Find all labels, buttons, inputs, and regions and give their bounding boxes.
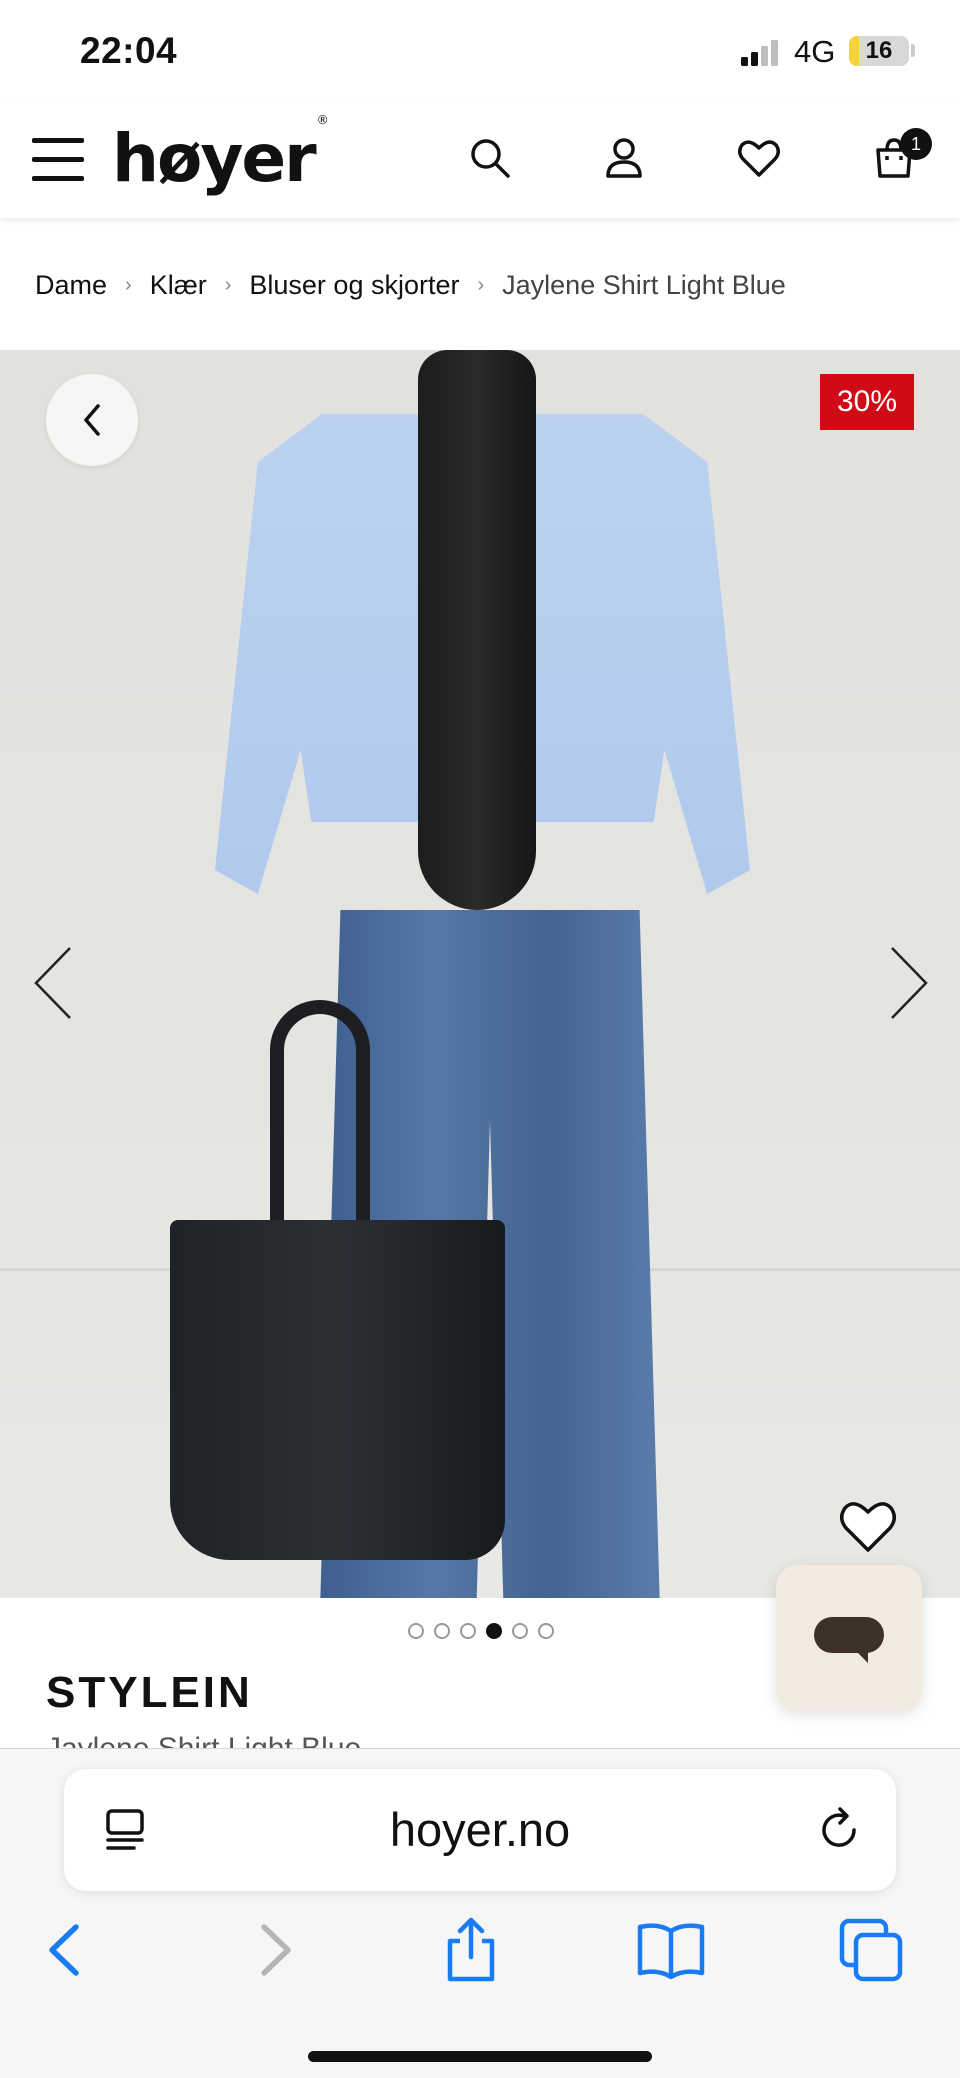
breadcrumb-klaer[interactable]: Klær [150,270,207,301]
carousel-dot[interactable] [460,1623,476,1639]
product-brand[interactable]: STYLEIN [46,1668,253,1718]
breadcrumb-bluser-og-skjorter[interactable]: Bluser og skjorter [249,270,459,301]
share-icon[interactable] [436,1915,506,1985]
battery-icon: 16 [849,36,909,66]
reload-icon[interactable] [814,1805,864,1855]
browser-toolbar: hoyer.no [0,1748,960,2078]
back-icon[interactable] [32,1915,102,1985]
tote-bag-illustration [170,1220,505,1560]
cart-count-badge: 1 [900,128,932,160]
status-bar: 22:04 4G 16 [0,0,960,100]
product-name: Jaylene Shirt Light Blue [46,1732,361,1748]
registered-mark: ® [316,113,329,127]
site-header: høyer ® 1 [0,100,960,218]
breadcrumb: Dame › Klær › Bluser og skjorter › Jayle… [35,260,786,310]
bookmarks-icon[interactable] [636,1915,706,1985]
url-bar[interactable]: hoyer.no [64,1769,896,1891]
wishlist-icon[interactable] [735,134,783,182]
breadcrumb-separator: › [125,273,132,296]
breadcrumb-dame[interactable]: Dame [35,270,107,301]
chat-button[interactable] [776,1565,922,1711]
logo-text: høyer [112,120,317,197]
back-button[interactable] [46,374,138,466]
tabs-icon[interactable] [836,1915,906,1985]
breadcrumb-separator: › [224,273,232,296]
product-image[interactable]: 30% [0,350,960,1598]
carousel-dot[interactable] [434,1623,450,1639]
previous-image-arrow-icon[interactable] [30,938,80,1028]
add-to-wishlist-heart-icon[interactable] [838,1498,898,1554]
chat-icon [814,1617,884,1663]
next-image-arrow-icon[interactable] [882,938,932,1028]
account-icon[interactable] [600,134,648,182]
image-carousel-dots[interactable] [408,1623,554,1639]
url-text: hoyer.no [389,1803,571,1856]
battery-level: 16 [865,37,893,64]
breadcrumb-current: Jaylene Shirt Light Blue [502,269,786,300]
discount-badge: 30% [820,374,914,430]
carousel-dot[interactable] [538,1623,554,1639]
forward-icon[interactable] [238,1915,308,1985]
chevron-left-icon [84,404,100,436]
menu-icon[interactable] [32,138,84,182]
battery-cap [911,44,915,57]
search-icon[interactable] [466,134,514,182]
status-time: 22:04 [80,30,178,71]
carousel-dot[interactable] [486,1623,502,1639]
carousel-dot[interactable] [512,1623,528,1639]
hair-illustration [418,350,536,910]
cellular-signal-icon [741,40,778,66]
network-type: 4G [794,34,836,69]
site-logo[interactable]: høyer ® [112,113,329,197]
home-indicator[interactable] [308,2051,652,2062]
breadcrumb-separator: › [477,273,485,296]
carousel-dot[interactable] [408,1623,424,1639]
